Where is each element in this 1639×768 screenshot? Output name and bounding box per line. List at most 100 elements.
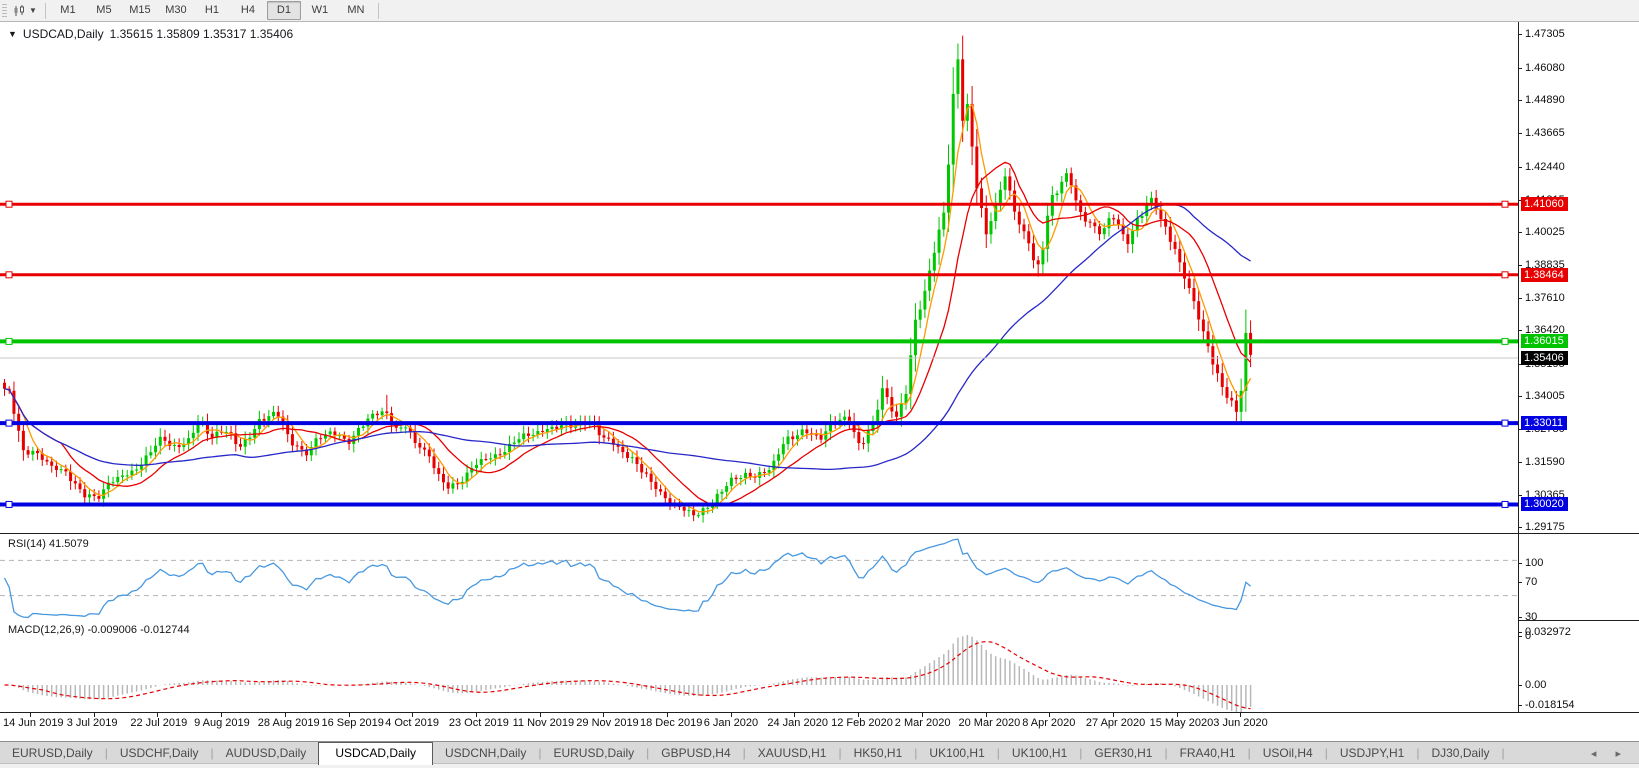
date-tick-label: 11 Nov 2019 <box>513 717 575 729</box>
candle-body <box>163 437 166 441</box>
candle-body <box>862 443 865 444</box>
candle-body <box>1112 218 1115 219</box>
candle-body <box>782 444 785 454</box>
candle-body <box>1098 226 1101 234</box>
timeframe-button-h4[interactable]: H4 <box>231 1 265 20</box>
line-anchor-handle[interactable] <box>1502 420 1508 426</box>
candle-body <box>961 59 964 120</box>
chart-tab-xauusd-7[interactable]: XAUUSD,H1 <box>746 743 839 764</box>
line-anchor-handle[interactable] <box>1502 201 1508 207</box>
candle-body <box>527 433 530 436</box>
candle-body <box>938 230 941 253</box>
rsi-line[interactable] <box>5 539 1251 617</box>
timeframe-button-h1[interactable]: H1 <box>195 1 229 20</box>
candle-body <box>404 427 407 428</box>
chart-tab-uk100-9[interactable]: UK100,H1 <box>917 743 996 764</box>
chart-tab-audusd-2[interactable]: AUDUSD,Daily <box>214 743 319 764</box>
chart-tab-usdcnh-4[interactable]: USDCNH,Daily <box>433 743 538 764</box>
candle-body <box>253 429 256 438</box>
candle-body <box>956 59 959 94</box>
candle-body <box>621 447 624 452</box>
line-anchor-handle[interactable] <box>6 201 12 207</box>
tab-separator: | <box>1502 746 1505 764</box>
date-tick-mark <box>30 713 31 717</box>
date-tick-mark <box>986 713 987 717</box>
candle-body <box>1249 333 1252 355</box>
level-price-badge: 1.38464 <box>1521 268 1568 282</box>
date-tick-mark <box>794 713 795 717</box>
macd-signal-line[interactable] <box>5 642 1251 709</box>
ma-slow-line[interactable] <box>5 204 1251 469</box>
timeframe-button-m1[interactable]: M1 <box>51 1 85 20</box>
line-anchor-handle[interactable] <box>1502 501 1508 507</box>
candle-body <box>952 94 955 165</box>
timeframe-button-mn[interactable]: MN <box>339 1 373 20</box>
chart-tab-usdchf-1[interactable]: USDCHF,Daily <box>108 743 211 764</box>
line-anchor-handle[interactable] <box>6 420 12 426</box>
line-anchor-handle[interactable] <box>6 338 12 344</box>
candle-body <box>277 412 280 417</box>
chart-tab-eurusd-5[interactable]: EURUSD,Daily <box>541 743 646 764</box>
timeframe-button-m5[interactable]: M5 <box>87 1 121 20</box>
date-tick-mark <box>1049 713 1050 717</box>
chart-tab-bar: EURUSD,Daily|USDCHF,Daily|AUDUSD,DailyUS… <box>0 741 1639 764</box>
chart-tab-dj30-15[interactable]: DJ30,Daily <box>1419 743 1501 764</box>
date-tick-mark <box>540 713 541 717</box>
candle-body <box>414 432 417 443</box>
timeframe-button-d1[interactable]: D1 <box>267 1 301 20</box>
candle-body <box>300 446 303 449</box>
chart-tab-usdcad-3[interactable]: USDCAD,Daily <box>318 742 433 765</box>
candle-body <box>437 468 440 474</box>
price-tick-mark <box>1518 133 1522 134</box>
candle-body <box>83 489 86 497</box>
chart-tab-hk50-8[interactable]: HK50,H1 <box>842 743 915 764</box>
main-chart-canvas[interactable] <box>0 22 1518 533</box>
chart-tab-uk100-10[interactable]: UK100,H1 <box>1000 743 1079 764</box>
price-tick-mark <box>1518 68 1522 69</box>
price-tick-mark <box>1518 527 1522 528</box>
candlestick-chart-icon[interactable] <box>11 3 29 19</box>
timeframe-button-m30[interactable]: M30 <box>159 1 193 20</box>
line-anchor-handle[interactable] <box>6 272 12 278</box>
chart-tab-fra40-12[interactable]: FRA40,H1 <box>1168 743 1248 764</box>
line-anchor-handle[interactable] <box>6 501 12 507</box>
date-tick-label: 3 Jul 2019 <box>67 717 118 729</box>
candle-body <box>989 221 992 234</box>
line-anchor-handle[interactable] <box>1502 272 1508 278</box>
date-axis[interactable]: 14 Jun 20193 Jul 201922 Jul 20199 Aug 20… <box>0 713 1519 740</box>
candle-body <box>1070 173 1073 185</box>
chart-tab-usoil-13[interactable]: USOil,H4 <box>1251 743 1325 764</box>
candle-body <box>820 435 823 440</box>
chart-tab-gbpusd-6[interactable]: GBPUSD,H4 <box>649 743 742 764</box>
candle-body <box>796 435 799 439</box>
timeframe-button-w1[interactable]: W1 <box>303 1 337 20</box>
date-tick-label: 27 Apr 2020 <box>1086 717 1145 729</box>
chart-tab-eurusd-0[interactable]: EURUSD,Daily <box>0 743 105 764</box>
chevron-down-icon[interactable]: ▼ <box>29 6 37 15</box>
date-tick-mark <box>731 713 732 717</box>
toolbar-grip[interactable] <box>2 4 7 18</box>
candle-body <box>763 472 766 473</box>
macd-tick-mark <box>1518 705 1522 706</box>
candle-body <box>730 478 733 486</box>
date-tick-label: 28 Aug 2019 <box>258 717 320 729</box>
line-anchor-handle[interactable] <box>1502 338 1508 344</box>
timeframe-button-m15[interactable]: M15 <box>123 1 157 20</box>
rsi-panel-canvas[interactable] <box>0 534 1518 622</box>
candle-body <box>909 355 912 394</box>
macd-panel-canvas[interactable] <box>0 621 1518 712</box>
price-tick-mark <box>1518 330 1522 331</box>
chart-tab-ger30-11[interactable]: GER30,H1 <box>1082 743 1164 764</box>
candle-body <box>777 454 780 461</box>
chart-tab-usdjpy-14[interactable]: USDJPY,H1 <box>1328 743 1416 764</box>
candle-body <box>74 481 77 483</box>
candle-body <box>22 431 25 450</box>
price-axis[interactable]: 1.473051.460801.448901.436651.424401.412… <box>1519 22 1639 712</box>
macd-tick-mark <box>1518 685 1522 686</box>
rsi-tick-mark <box>1518 582 1522 583</box>
date-tick-mark <box>285 713 286 717</box>
candle-body <box>1089 222 1092 223</box>
tab-scroll-arrows[interactable]: ◂ ▸ <box>1591 747 1629 764</box>
price-tick-label: 1.37610 <box>1525 292 1565 304</box>
symbol-expander-icon[interactable]: ▼ <box>8 29 17 39</box>
